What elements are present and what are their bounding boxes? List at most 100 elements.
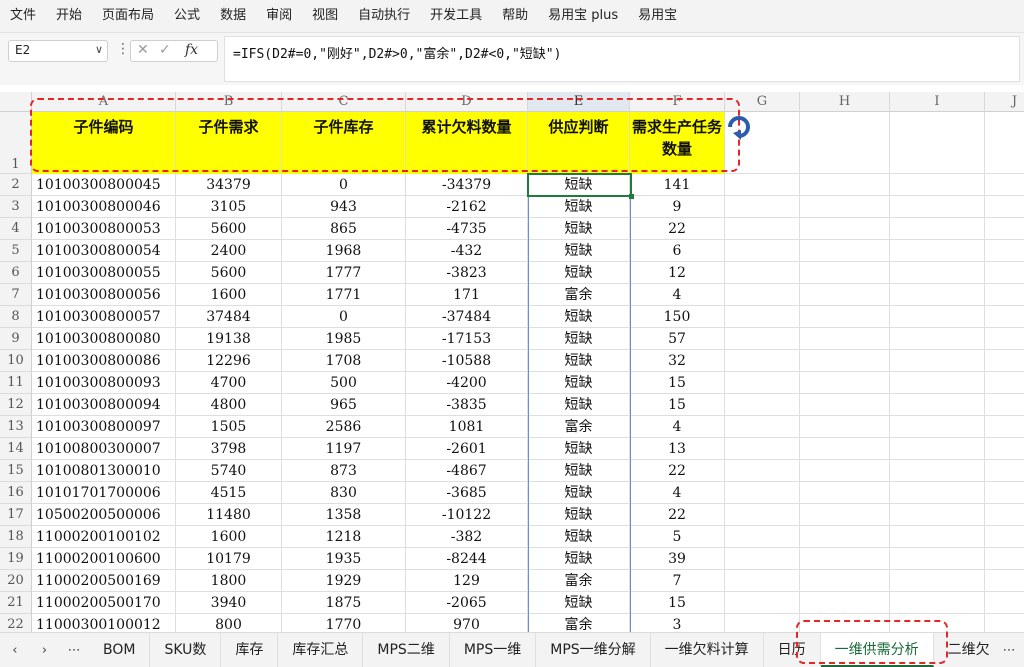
table-cell[interactable]: 1505 <box>176 416 282 438</box>
empty-cell[interactable] <box>985 548 1024 570</box>
menu-item[interactable]: 开发工具 <box>420 0 492 32</box>
table-cell[interactable]: 10100300800097 <box>32 416 176 438</box>
table-cell[interactable]: -3685 <box>406 482 528 504</box>
table-cell[interactable]: 10100300800057 <box>32 306 176 328</box>
empty-cell[interactable] <box>890 416 985 438</box>
empty-cell[interactable] <box>725 372 800 394</box>
row-header[interactable]: 2 <box>0 174 32 196</box>
empty-cell[interactable] <box>890 196 985 218</box>
empty-cell[interactable] <box>985 284 1024 306</box>
sheet-tab[interactable]: 库存汇总 <box>278 633 364 667</box>
row-header[interactable]: 13 <box>0 416 32 438</box>
menu-item[interactable]: 开始 <box>46 0 92 32</box>
empty-cell[interactable] <box>800 482 890 504</box>
menu-item[interactable]: 数据 <box>210 0 256 32</box>
empty-cell[interactable] <box>985 240 1024 262</box>
tab-next-icon[interactable]: › <box>30 643 60 658</box>
row-header[interactable]: 18 <box>0 526 32 548</box>
table-cell[interactable]: 141 <box>630 174 725 196</box>
row-header[interactable]: 11 <box>0 372 32 394</box>
table-cell[interactable]: 1708 <box>282 350 406 372</box>
table-cell[interactable]: 171 <box>406 284 528 306</box>
table-cell[interactable]: 1875 <box>282 592 406 614</box>
table-cell[interactable]: 57 <box>630 328 725 350</box>
table-cell[interactable]: 800 <box>176 614 282 632</box>
table-cell[interactable]: 10100300800053 <box>32 218 176 240</box>
menu-item[interactable]: 帮助 <box>492 0 538 32</box>
table-cell[interactable]: -432 <box>406 240 528 262</box>
column-header-H[interactable]: H <box>800 92 890 112</box>
empty-cell[interactable] <box>890 284 985 306</box>
tab-more-icon[interactable]: ⋯ <box>59 643 89 658</box>
select-all-corner[interactable] <box>0 92 32 112</box>
empty-cell[interactable] <box>725 306 800 328</box>
table-cell[interactable]: -3835 <box>406 394 528 416</box>
table-cell[interactable]: -382 <box>406 526 528 548</box>
empty-cell[interactable] <box>725 174 800 196</box>
table-cell[interactable]: 4700 <box>176 372 282 394</box>
menu-item[interactable]: 页面布局 <box>92 0 164 32</box>
sheet-tab[interactable]: 一维欠料计算 <box>651 633 764 667</box>
empty-cell[interactable] <box>890 570 985 592</box>
refresh-icon[interactable] <box>724 112 754 142</box>
empty-cell[interactable] <box>800 592 890 614</box>
tab-prev-icon[interactable]: ‹ <box>0 643 30 658</box>
spreadsheet-grid[interactable]: A B C D E F G H I J 1 子件编码 子件需求 子件库存 累计欠料数量 供应判断 需求生产任务数… <box>0 92 1024 632</box>
empty-cell[interactable] <box>725 240 800 262</box>
empty-cell[interactable] <box>800 262 890 284</box>
empty-cell[interactable] <box>985 416 1024 438</box>
table-cell[interactable]: 965 <box>282 394 406 416</box>
row-header[interactable]: 9 <box>0 328 32 350</box>
table-cell[interactable]: 1771 <box>282 284 406 306</box>
empty-cell[interactable] <box>890 240 985 262</box>
row-header[interactable]: 19 <box>0 548 32 570</box>
empty-cell[interactable] <box>800 570 890 592</box>
empty-cell[interactable] <box>985 592 1024 614</box>
table-cell[interactable]: 11000300100012 <box>32 614 176 632</box>
empty-cell[interactable] <box>800 372 890 394</box>
empty-cell[interactable] <box>800 460 890 482</box>
table-cell[interactable]: 15 <box>630 394 725 416</box>
empty-cell[interactable] <box>890 548 985 570</box>
empty-cell[interactable] <box>985 306 1024 328</box>
table-cell[interactable]: 150 <box>630 306 725 328</box>
table-cell[interactable]: 11000200500169 <box>32 570 176 592</box>
table-cell[interactable]: -3823 <box>406 262 528 284</box>
empty-cell[interactable] <box>725 438 800 460</box>
menu-item[interactable]: 审阅 <box>256 0 302 32</box>
name-box[interactable]: E2 ∨ <box>8 40 108 62</box>
empty-cell[interactable] <box>725 262 800 284</box>
empty-cell[interactable] <box>890 306 985 328</box>
row-header[interactable]: 6 <box>0 262 32 284</box>
empty-cell[interactable] <box>800 504 890 526</box>
empty-cell[interactable] <box>985 504 1024 526</box>
menu-item[interactable]: 视图 <box>302 0 348 32</box>
empty-cell[interactable] <box>800 328 890 350</box>
empty-cell[interactable] <box>800 174 890 196</box>
table-cell[interactable]: 500 <box>282 372 406 394</box>
sheet-tab[interactable]: MPS一维分解 <box>536 633 651 667</box>
table-cell[interactable]: 2586 <box>282 416 406 438</box>
table-cell[interactable]: 22 <box>630 504 725 526</box>
empty-cell[interactable] <box>890 482 985 504</box>
table-cell[interactable]: 10100300800093 <box>32 372 176 394</box>
sheet-tab[interactable]: SKU数 <box>150 633 222 667</box>
table-cell[interactable]: 3 <box>630 614 725 632</box>
menu-item[interactable]: 易用宝 plus <box>538 0 628 32</box>
row-header[interactable]: 8 <box>0 306 32 328</box>
empty-cell[interactable] <box>890 372 985 394</box>
table-cell[interactable]: 10100300800054 <box>32 240 176 262</box>
empty-cell[interactable] <box>890 350 985 372</box>
table-cell[interactable]: 830 <box>282 482 406 504</box>
table-cell[interactable]: 11000200100600 <box>32 548 176 570</box>
table-cell[interactable]: 1081 <box>406 416 528 438</box>
table-cell[interactable]: 15 <box>630 592 725 614</box>
empty-cell[interactable] <box>985 328 1024 350</box>
empty-cell[interactable] <box>985 112 1024 174</box>
table-cell[interactable]: 1600 <box>176 284 282 306</box>
row-header[interactable]: 15 <box>0 460 32 482</box>
empty-cell[interactable] <box>890 112 985 174</box>
row-header[interactable]: 22 <box>0 614 32 632</box>
empty-cell[interactable] <box>890 262 985 284</box>
table-cell[interactable]: 873 <box>282 460 406 482</box>
